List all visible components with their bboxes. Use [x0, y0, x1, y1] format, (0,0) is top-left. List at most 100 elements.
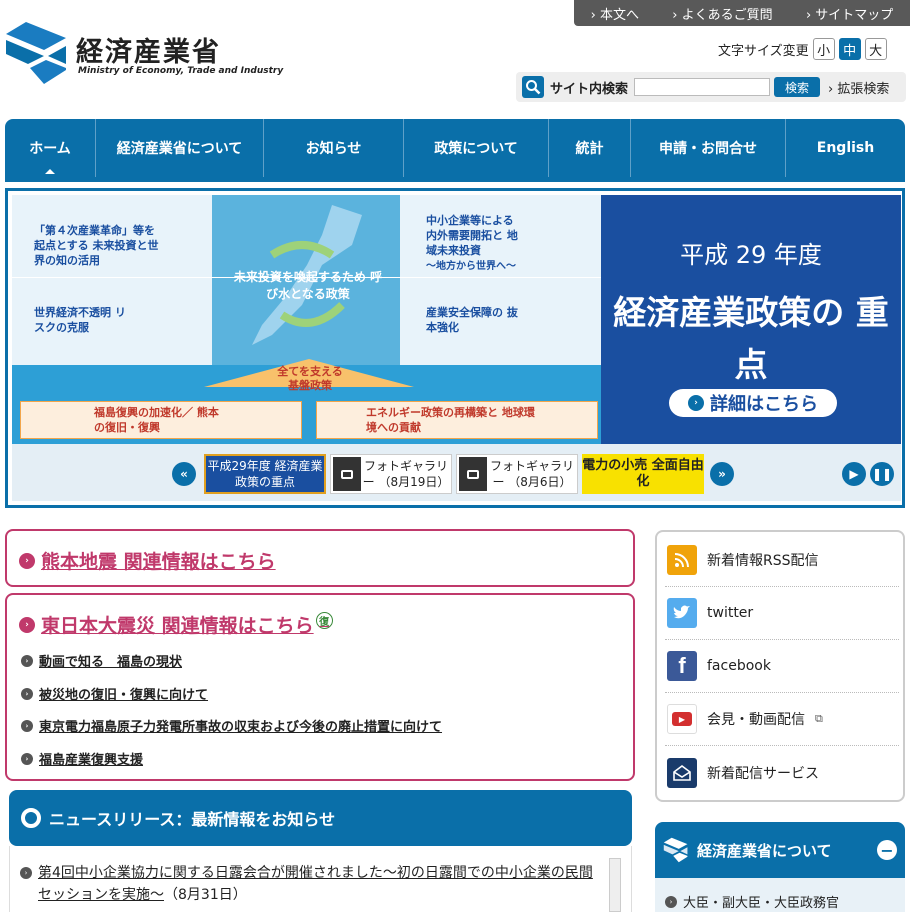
higashi-sub-link-2-label: 被災地の復旧・復興に向けて — [39, 688, 209, 703]
thumb-item-4[interactable]: 電力の小売 全面自由化 — [582, 454, 704, 494]
news-release-list: › 第4回中小企業協力に関する日露会合が開催されました〜初の日露間での中小企業の… — [9, 846, 632, 912]
mail-service-link[interactable]: 新着配信サービス — [665, 746, 899, 799]
about-meti-item-label: 大臣・副大臣・大臣政務官 — [683, 896, 840, 911]
nav-news[interactable]: お知らせ — [264, 119, 404, 177]
chevron-right-icon: › — [20, 867, 32, 879]
advanced-search-link[interactable]: › 拡張検索 — [828, 78, 889, 97]
facebook-link[interactable]: f facebook — [665, 640, 899, 693]
chevron-right-icon: › — [19, 616, 35, 633]
news-item[interactable]: › 第4回中小企業協力に関する日露会合が開催されました〜初の日露間での中小企業の… — [20, 862, 598, 906]
util-link-main[interactable]: › 本文へ — [591, 4, 639, 23]
font-size-label: 文字サイズ変更 — [718, 43, 809, 59]
hero-detail-label: 詳細はこちら — [710, 394, 818, 415]
news-item-title: 第4回中小企業協力に関する日露会合が開催されました〜初の日露間での中小企業の民間… — [38, 865, 593, 903]
hero-cell-1: 「第４次産業革命」等を 起点とする 未来投資と世界の知の活用 — [34, 224, 159, 267]
mail-service-label: 新着配信サービス — [707, 765, 819, 782]
util-link-faq[interactable]: › よくあるご質問 — [672, 4, 772, 23]
collapse-icon[interactable]: − — [877, 840, 897, 860]
meti-logo-icon — [6, 22, 66, 84]
higashi-sub-link-3-label: 東京電力福島原子力発電所事故の収束および今後の廃止措置に向けて — [39, 720, 443, 735]
thumb-item-3[interactable]: フォトギャラリー （8月6日） — [456, 454, 578, 494]
camera-icon — [459, 457, 487, 491]
nav-about[interactable]: 経済産業省について — [96, 119, 264, 177]
utility-bar: › 本文へ › よくあるご質問 › サイトマップ — [574, 0, 910, 26]
ring-icon — [21, 808, 41, 828]
kumamoto-box: › 熊本地震 関連情報はこちら — [5, 529, 635, 587]
carousel-play-icon[interactable]: ▶ — [842, 462, 866, 486]
chevron-right-icon: › — [19, 552, 35, 569]
font-size-large-button[interactable]: 大 — [864, 38, 887, 60]
about-meti-header[interactable]: 経済産業省について − — [655, 822, 905, 878]
kumamoto-link-label: 熊本地震 関連情報はこちら — [41, 551, 276, 573]
logo-en-text: Ministry of Economy, Trade and Industry — [78, 66, 284, 76]
hero-title: 経済産業政策の 重点 — [613, 293, 889, 384]
hero-cell-6: エネルギー政策の再構築と 地球環境への貢献 — [366, 406, 535, 434]
higashi-sub-link-1[interactable]: › 動画で知る 福島の現状 — [21, 651, 182, 670]
hero-banner-image[interactable]: 「第４次産業革命」等を 起点とする 未来投資と世界の知の活用 中小企業等による … — [12, 195, 601, 444]
global-nav: ホーム 経済産業省について お知らせ 政策について 統計 申請・お問合せ Eng… — [5, 119, 905, 177]
thumb-item-2-label: フォトギャラリー （8月19日） — [362, 459, 450, 489]
news-item-date: （8月31日） — [164, 887, 247, 903]
rss-icon — [667, 545, 697, 575]
nav-policy[interactable]: 政策について — [404, 119, 549, 177]
higashi-box: › 東日本大震災 関連情報はこちら 復 › 動画で知る 福島の現状 › 被災地の復旧… — [5, 593, 635, 781]
about-meti-title: 経済産業省について — [697, 841, 832, 860]
about-meti-item[interactable]: › 大臣・副大臣・大臣政務官 — [665, 892, 839, 911]
thumb-item-1[interactable]: 平成29年度 経済産業政策の重点 — [204, 454, 326, 494]
nav-english[interactable]: English — [786, 119, 905, 177]
rss-label: 新着情報RSS配信 — [707, 553, 819, 569]
nav-application[interactable]: 申請・お問合せ — [631, 119, 786, 177]
news-release-title: ニュースリリース：最新情報をお知らせ — [49, 810, 336, 829]
higashi-sub-link-4[interactable]: › 福島産業復興支援 — [21, 749, 143, 768]
util-link-main-label: 本文へ — [599, 7, 639, 23]
meti-logo-icon — [663, 837, 688, 863]
hero-cell-center: 未来投資を喚起するため 呼び水となる政策 — [233, 270, 383, 301]
search-button[interactable]: 検索 — [774, 77, 821, 97]
chevron-right-icon: › — [21, 719, 33, 732]
external-link-icon: ⧉ — [815, 712, 823, 725]
hero-feature-panel[interactable]: 平成 29 年度 経済産業政策の 重点 › 詳細はこちら — [601, 195, 901, 444]
mail-icon — [667, 757, 697, 788]
font-size-control: 文字サイズ変更 小 中 大 — [718, 38, 887, 60]
nav-underline — [5, 177, 905, 182]
hero-detail-button[interactable]: › 詳細はこちら — [669, 389, 837, 417]
kumamoto-link[interactable]: › 熊本地震 関連情報はこちら — [19, 547, 276, 574]
higashi-link[interactable]: › 東日本大震災 関連情報はこちら 復 — [19, 611, 333, 638]
news-scrollbar[interactable] — [609, 858, 621, 912]
font-size-medium-button[interactable]: 中 — [838, 38, 861, 60]
search-icon — [522, 76, 544, 98]
camera-icon — [333, 457, 361, 491]
thumb-item-2[interactable]: フォトギャラリー （8月19日） — [330, 454, 452, 494]
hero-arrow-text: 全てを支える 基盤政策 — [277, 365, 343, 392]
advanced-search-label: 拡張検索 — [837, 81, 890, 97]
chevron-right-icon: › — [21, 654, 33, 667]
social-links-panel: 新着情報RSS配信 twitter f facebook ▶ 会見・動画配信 ⧉… — [655, 530, 905, 802]
search-input[interactable] — [634, 78, 771, 96]
about-meti-list: › 大臣・副大臣・大臣政務官 — [655, 878, 905, 912]
video-label: 会見・動画配信 — [707, 712, 805, 728]
facebook-label: facebook — [707, 658, 771, 674]
video-link[interactable]: ▶ 会見・動画配信 ⧉ — [665, 693, 899, 746]
facebook-icon: f — [667, 651, 697, 681]
higashi-sub-link-3[interactable]: › 東京電力福島原子力発電所事故の収束および今後の廃止措置に向けて — [21, 716, 442, 735]
hero-cell-3: 世界経済不透明 リスクの克服 — [34, 306, 126, 334]
nav-home[interactable]: ホーム — [5, 119, 96, 177]
chevron-right-icon: › — [665, 895, 677, 908]
font-size-small-button[interactable]: 小 — [812, 38, 835, 60]
higashi-sub-link-2[interactable]: › 被災地の復旧・復興に向けて — [21, 684, 208, 703]
rss-link[interactable]: 新着情報RSS配信 — [665, 534, 899, 587]
carousel-pause-icon[interactable]: ❚❚ — [870, 462, 894, 486]
hero-cell-5: 福島復興の加速化／ 熊本の復旧・復興 — [94, 406, 219, 434]
twitter-link[interactable]: twitter — [665, 587, 899, 640]
thumb-item-3-label: フォトギャラリー （8月6日） — [489, 459, 574, 489]
hero-cell-2: 中小企業等による 内外需要開拓と 地域未来投資 — [426, 214, 518, 257]
twitter-icon — [667, 598, 697, 628]
util-link-sitemap[interactable]: › サイトマップ — [806, 4, 893, 23]
site-search: サイト内検索 検索 › 拡張検索 — [516, 72, 906, 102]
hero-cell-4: 産業安全保障の 抜本強化 — [426, 306, 518, 334]
carousel-next-icon[interactable]: » — [710, 462, 734, 486]
nav-statistics[interactable]: 統計 — [549, 119, 631, 177]
search-label: サイト内検索 — [550, 81, 629, 97]
site-logo[interactable]: 経済産業省 Ministry of Economy, Trade and Ind… — [6, 20, 283, 90]
carousel-prev-icon[interactable]: « — [172, 462, 196, 486]
